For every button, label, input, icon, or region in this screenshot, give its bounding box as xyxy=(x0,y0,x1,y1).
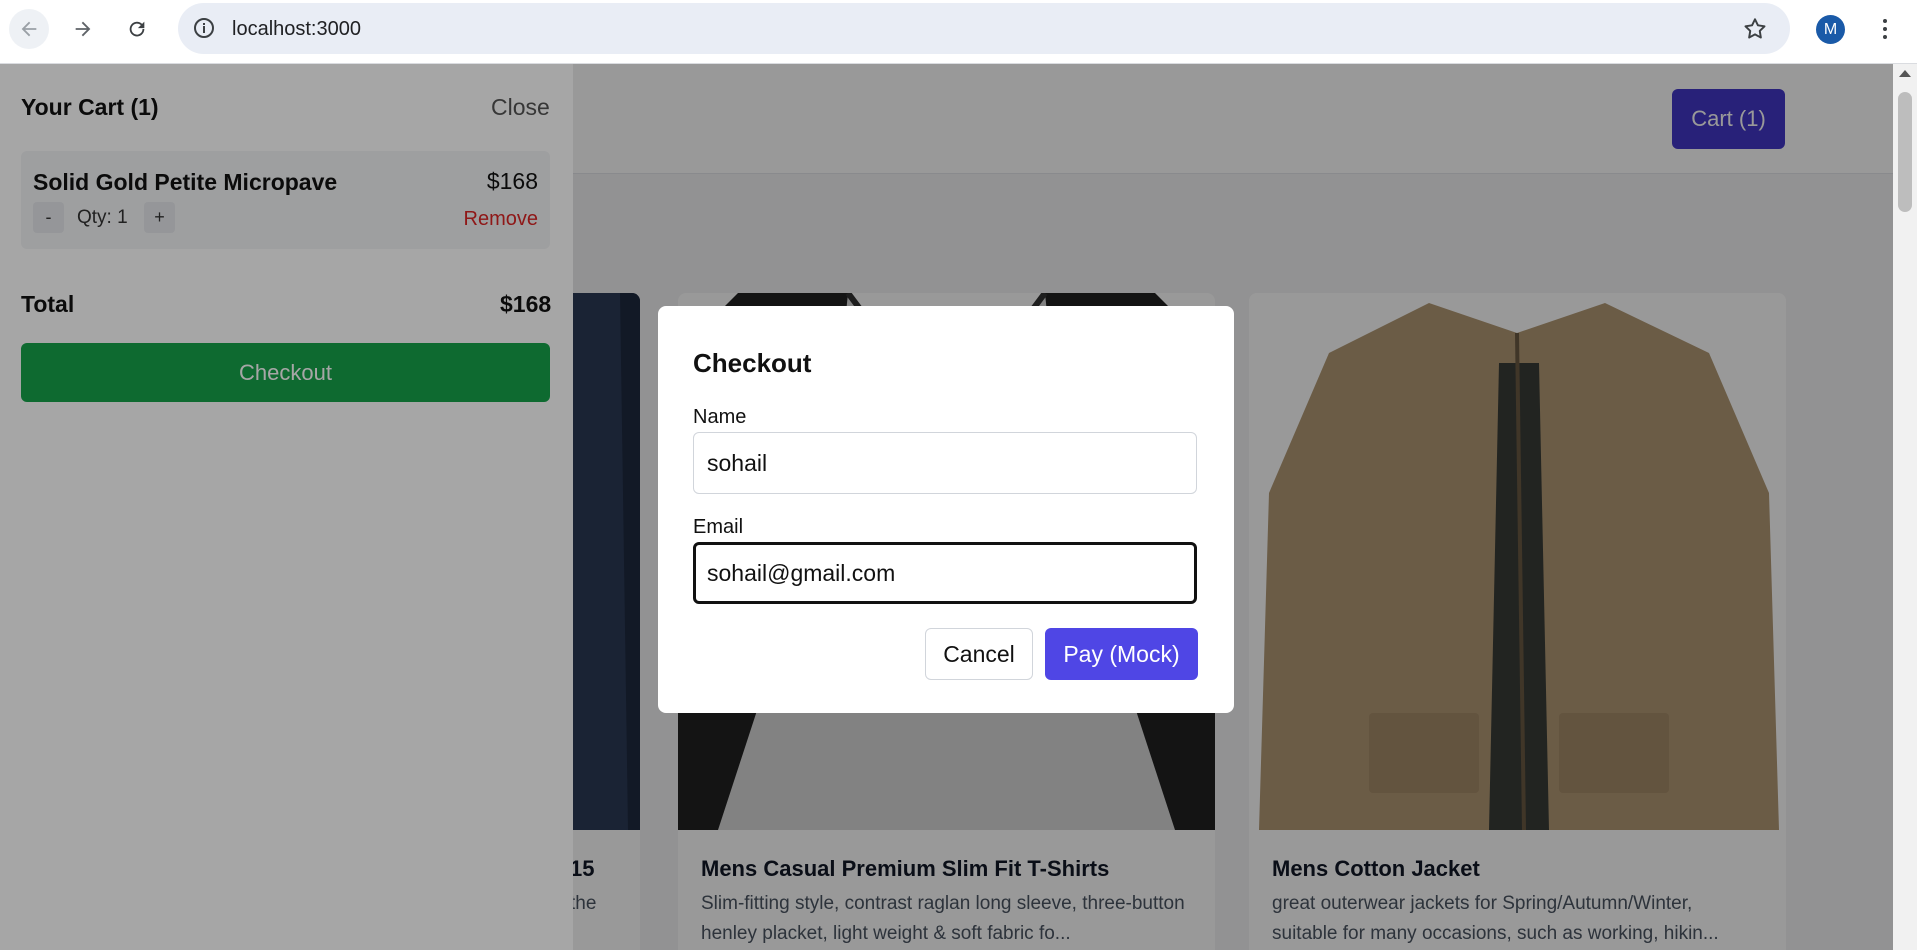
profile-avatar[interactable]: M xyxy=(1816,15,1845,44)
url-text[interactable]: localhost:3000 xyxy=(232,18,361,41)
star-icon[interactable] xyxy=(1742,16,1768,42)
checkout-modal: Checkout Name Email Cancel Pay (Mock) xyxy=(658,306,1234,713)
email-label: Email xyxy=(693,516,744,538)
name-input[interactable] xyxy=(693,432,1197,494)
reload-button[interactable] xyxy=(117,9,157,49)
back-button[interactable] xyxy=(9,9,49,49)
modal-title: Checkout xyxy=(693,348,812,378)
page-scrollbar[interactable] xyxy=(1893,64,1917,950)
email-input[interactable] xyxy=(693,542,1197,604)
arrow-left-icon xyxy=(21,21,37,37)
reload-icon xyxy=(129,21,145,37)
pay-button[interactable]: Pay (Mock) xyxy=(1045,628,1198,680)
name-label: Name xyxy=(693,406,747,428)
scrollbar-thumb[interactable] xyxy=(1898,92,1912,212)
drawer-dim-layer xyxy=(0,64,573,950)
info-icon[interactable] xyxy=(192,16,216,40)
page-viewport: Cart (1) 15 the Mens Casual Premium Slim… xyxy=(0,64,1917,950)
cancel-button[interactable]: Cancel xyxy=(925,628,1033,680)
cart-drawer: Your Cart (1) Close Solid Gold Petite Mi… xyxy=(0,64,573,950)
browser-toolbar: localhost:3000 M xyxy=(0,0,1917,64)
forward-button[interactable] xyxy=(63,9,103,49)
scroll-up-arrow-icon[interactable] xyxy=(1899,70,1911,77)
address-bar[interactable]: localhost:3000 xyxy=(178,3,1790,54)
arrow-right-icon xyxy=(75,21,91,37)
kebab-menu-icon[interactable] xyxy=(1870,14,1900,44)
